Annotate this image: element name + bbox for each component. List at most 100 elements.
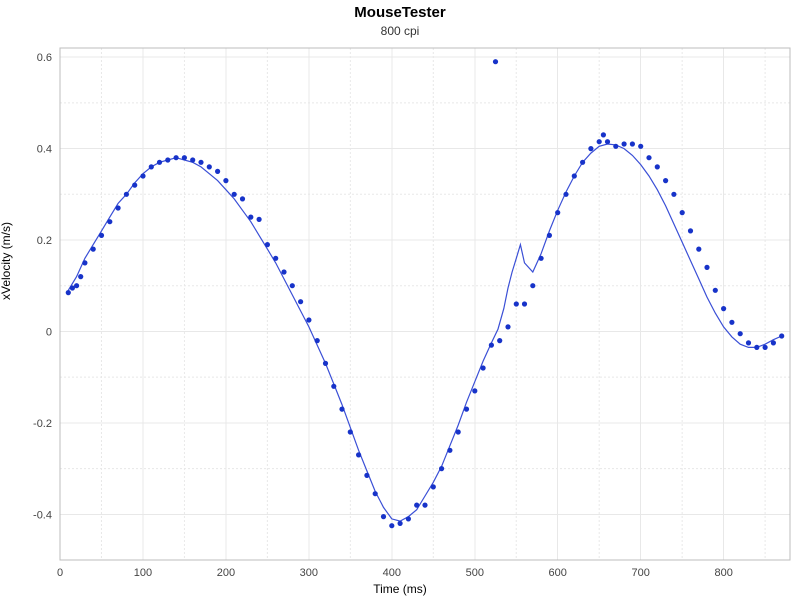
- data-point: [132, 183, 137, 188]
- x-tick-label: 800: [714, 567, 732, 579]
- data-point: [671, 192, 676, 197]
- y-tick-label: 0.2: [37, 235, 52, 247]
- x-tick-label: 600: [549, 567, 567, 579]
- data-point: [422, 503, 427, 508]
- data-point: [82, 260, 87, 265]
- data-point: [240, 196, 245, 201]
- data-point: [738, 331, 743, 336]
- data-point: [265, 242, 270, 247]
- data-point: [273, 256, 278, 261]
- data-point: [116, 205, 121, 210]
- data-point: [174, 155, 179, 160]
- data-point: [348, 429, 353, 434]
- data-point: [91, 247, 96, 252]
- series-line-smoothed: [68, 144, 781, 521]
- x-tick-label: 200: [217, 567, 235, 579]
- data-point: [373, 491, 378, 496]
- chart-container: MouseTester 800 cpi xVelocity (m/s) Time…: [0, 0, 800, 600]
- data-point: [696, 247, 701, 252]
- data-point: [190, 157, 195, 162]
- data-point: [389, 523, 394, 528]
- data-point: [364, 473, 369, 478]
- x-tick-label: 100: [134, 567, 152, 579]
- data-point: [655, 164, 660, 169]
- data-point: [74, 283, 79, 288]
- data-point: [356, 452, 361, 457]
- data-point: [688, 228, 693, 233]
- data-point: [232, 192, 237, 197]
- data-point: [680, 210, 685, 215]
- data-point: [605, 139, 610, 144]
- data-point: [613, 144, 618, 149]
- data-point: [704, 265, 709, 270]
- data-point: [630, 141, 635, 146]
- data-point: [771, 340, 776, 345]
- data-point: [539, 256, 544, 261]
- data-point: [746, 340, 751, 345]
- data-point: [481, 365, 486, 370]
- data-point: [754, 345, 759, 350]
- data-point: [207, 164, 212, 169]
- data-point: [398, 521, 403, 526]
- data-point: [555, 210, 560, 215]
- data-point: [563, 192, 568, 197]
- data-point: [78, 274, 83, 279]
- data-point: [713, 288, 718, 293]
- data-point: [646, 155, 651, 160]
- data-point: [306, 317, 311, 322]
- data-point: [198, 160, 203, 165]
- data-point: [339, 407, 344, 412]
- data-point: [182, 155, 187, 160]
- y-tick-label: 0.6: [37, 52, 52, 64]
- data-point: [493, 59, 498, 64]
- data-point: [431, 484, 436, 489]
- data-point: [257, 217, 262, 222]
- data-point: [729, 320, 734, 325]
- data-point: [107, 219, 112, 224]
- data-point: [572, 173, 577, 178]
- data-point: [597, 139, 602, 144]
- data-point: [588, 146, 593, 151]
- data-point: [140, 173, 145, 178]
- data-point: [66, 290, 71, 295]
- data-point: [779, 333, 784, 338]
- data-point: [663, 178, 668, 183]
- y-tick-label: 0: [46, 326, 52, 338]
- y-tick-label: 0.4: [37, 144, 52, 156]
- data-point: [472, 388, 477, 393]
- data-point: [547, 233, 552, 238]
- data-point: [248, 215, 253, 220]
- x-tick-label: 500: [466, 567, 484, 579]
- data-point: [497, 338, 502, 343]
- data-point: [149, 164, 154, 169]
- data-point: [223, 178, 228, 183]
- data-point: [323, 361, 328, 366]
- x-tick-label: 700: [632, 567, 650, 579]
- data-point: [638, 144, 643, 149]
- data-point: [157, 160, 162, 165]
- data-point: [281, 269, 286, 274]
- data-point: [99, 233, 104, 238]
- data-point: [406, 516, 411, 521]
- data-point: [331, 384, 336, 389]
- x-tick-label: 300: [300, 567, 318, 579]
- x-tick-label: 0: [57, 567, 63, 579]
- data-point: [522, 301, 527, 306]
- x-tick-label: 400: [383, 567, 401, 579]
- data-point: [622, 141, 627, 146]
- data-point: [601, 132, 606, 137]
- data-point: [315, 338, 320, 343]
- data-point: [381, 514, 386, 519]
- data-point: [298, 299, 303, 304]
- data-point: [165, 157, 170, 162]
- y-tick-label: -0.2: [33, 418, 52, 430]
- data-point: [439, 466, 444, 471]
- y-tick-label: -0.4: [33, 509, 52, 521]
- data-point: [763, 345, 768, 350]
- data-point: [721, 306, 726, 311]
- data-point: [489, 343, 494, 348]
- series-points: [66, 59, 785, 528]
- chart-plot-area: 0 100 200 300 400 500 600 700 800 -0.4 -0.2 0 0.2 0.…: [0, 0, 800, 600]
- data-point: [464, 407, 469, 412]
- data-point: [580, 160, 585, 165]
